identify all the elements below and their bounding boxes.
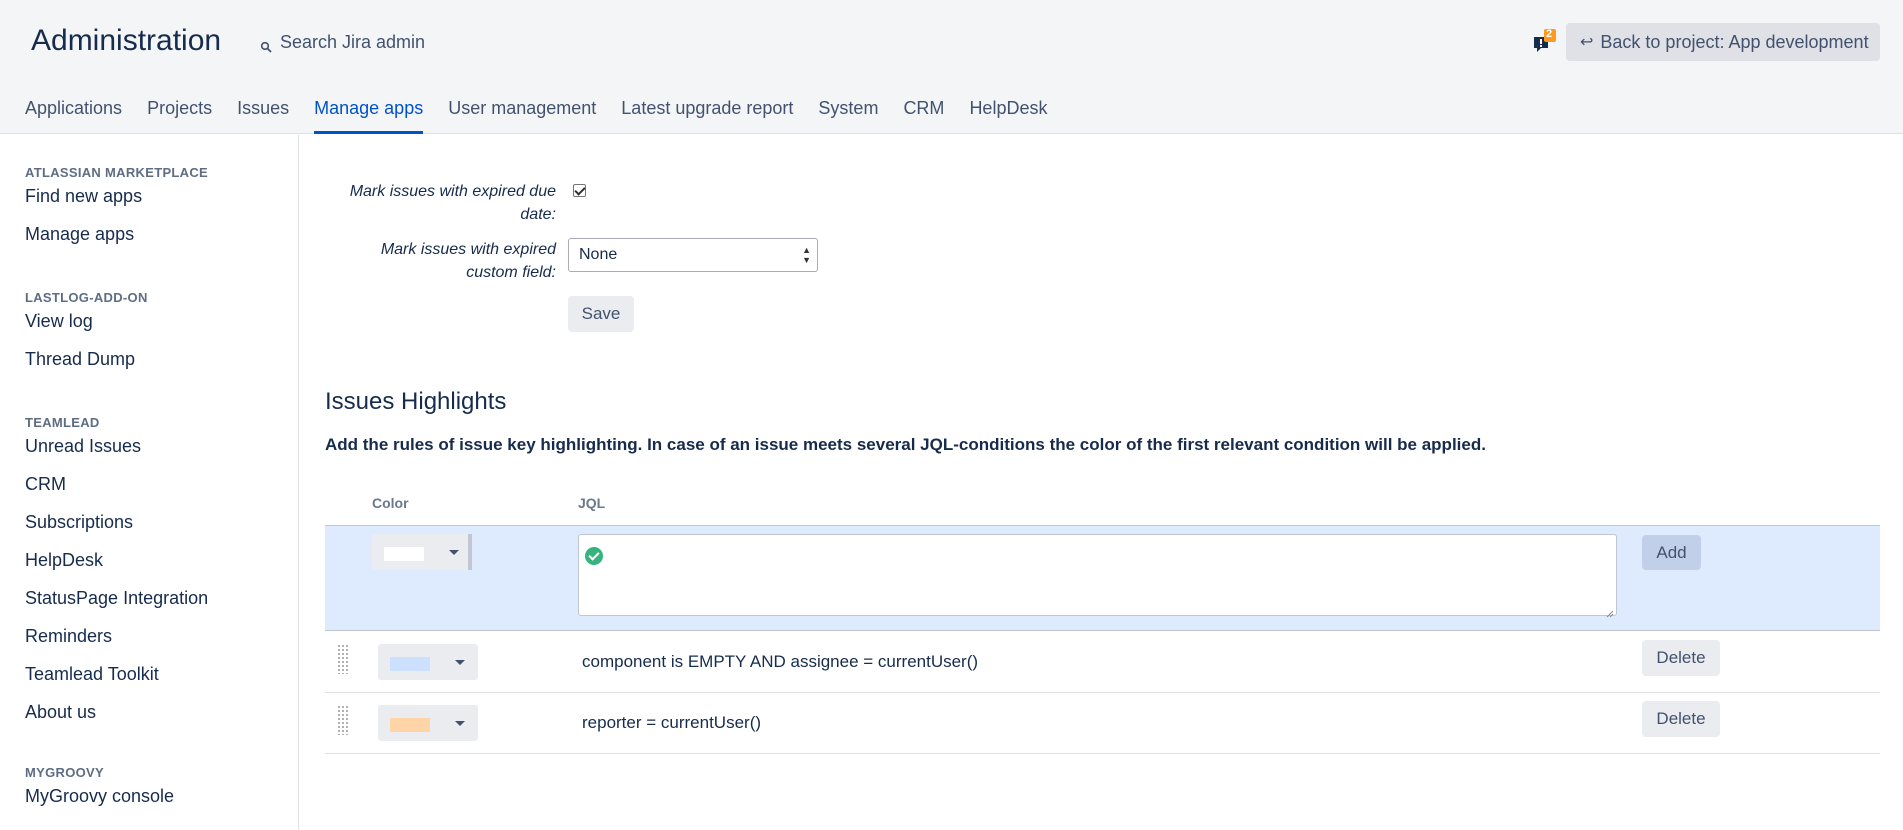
add-rule-button[interactable]: Add	[1642, 535, 1701, 570]
expired-due-date-checkbox[interactable]	[573, 184, 586, 197]
chevron-down-icon	[455, 660, 465, 665]
expired-due-date-label-line1: Mark issues with expired due	[349, 183, 556, 200]
expired-custom-field-select[interactable]: None ▲ ▼	[568, 238, 818, 272]
tab-crm[interactable]: CRM	[903, 98, 944, 134]
issues-highlights-description: Add the rules of issue key highlighting.…	[325, 435, 1486, 454]
sidebar-item-teamlead-toolkit[interactable]: Teamlead Toolkit	[25, 663, 208, 701]
column-header-color: Color	[372, 495, 409, 511]
back-to-project-button[interactable]: ↩ Back to project: App development	[1566, 23, 1880, 61]
tab-latest-upgrade-report[interactable]: Latest upgrade report	[621, 98, 793, 134]
tab-issues[interactable]: Issues	[237, 98, 289, 134]
admin-header: Administration Search Jira admin 2 ↩ Bac…	[0, 0, 1903, 134]
tab-helpdesk[interactable]: HelpDesk	[969, 98, 1047, 134]
dropdown-divider	[468, 534, 472, 570]
issues-highlights-title: Issues Highlights	[325, 388, 507, 415]
sidebar-item-about-us[interactable]: About us	[25, 701, 208, 739]
search-icon	[260, 37, 272, 53]
back-arrow-icon: ↩	[1580, 34, 1594, 51]
tab-user-management[interactable]: User management	[448, 98, 596, 134]
sidebar-item-reminders[interactable]: Reminders	[25, 625, 208, 663]
expired-due-date-label-line2: date:	[520, 206, 556, 223]
sidebar-group-teamlead: TEAMLEAD Unread Issues CRM Subscriptions…	[25, 415, 208, 739]
drag-handle-icon[interactable]	[337, 705, 349, 735]
drag-handle-icon[interactable]	[337, 644, 349, 674]
sidebar-item-thread-dump[interactable]: Thread Dump	[25, 348, 148, 386]
expired-custom-field-label-line1: Mark issues with expired	[380, 241, 556, 258]
notification-count-badge: 2	[1546, 28, 1553, 40]
tab-projects[interactable]: Projects	[147, 98, 212, 134]
sidebar-group-lastlog: LASTLOG-ADD-ON View log Thread Dump	[25, 290, 148, 386]
chevron-down-icon	[455, 721, 465, 726]
sidebar-heading: TEAMLEAD	[25, 415, 100, 430]
search-admin-link[interactable]: Search Jira admin	[260, 32, 425, 53]
resize-handle-icon[interactable]	[1606, 605, 1614, 618]
color-swatch	[384, 547, 424, 561]
table-row: component is EMPTY AND assignee = curren…	[325, 632, 1880, 693]
expired-custom-field-value: None	[579, 246, 618, 263]
expired-due-date-label: Mark issues with expired due date:	[306, 180, 556, 226]
sidebar-group-atlassian-marketplace: ATLASSIAN MARKETPLACE Find new apps Mana…	[25, 165, 208, 261]
new-rule-color-dropdown[interactable]	[372, 534, 472, 570]
search-admin-label: Search Jira admin	[280, 32, 426, 52]
delete-rule-button[interactable]: Delete	[1642, 640, 1720, 676]
sidebar-group-mygroovy: MYGROOVY MyGroovy console	[25, 765, 174, 823]
sidebar-heading: ATLASSIAN MARKETPLACE	[25, 165, 208, 180]
rule-jql-text: reporter = currentUser()	[582, 713, 762, 732]
new-rule-jql-input[interactable]	[578, 534, 1617, 618]
table-row: reporter = currentUser() Delete	[325, 693, 1880, 754]
rule-color-dropdown[interactable]	[378, 644, 478, 680]
notifications-icon[interactable]: 2	[1532, 28, 1556, 55]
admin-tabs: Applications Projects Issues Manage apps…	[25, 98, 1072, 134]
rule-jql-text: component is EMPTY AND assignee = curren…	[582, 652, 979, 671]
sidebar-item-crm[interactable]: CRM	[25, 473, 208, 511]
tab-manage-apps[interactable]: Manage apps	[314, 98, 424, 134]
sidebar-item-subscriptions[interactable]: Subscriptions	[25, 511, 208, 549]
page-title: Administration	[31, 24, 222, 57]
sidebar-heading: MYGROOVY	[25, 765, 104, 780]
sidebar-item-mygroovy-console[interactable]: MyGroovy console	[25, 785, 174, 823]
back-to-project-label: Back to project: App development	[1600, 31, 1869, 52]
rule-color-dropdown[interactable]	[378, 705, 478, 741]
select-arrows-icon: ▲ ▼	[802, 245, 811, 265]
sidebar-heading: LASTLOG-ADD-ON	[25, 290, 148, 305]
save-button[interactable]: Save	[568, 296, 634, 332]
tab-applications[interactable]: Applications	[25, 98, 122, 134]
sidebar-item-view-log[interactable]: View log	[25, 310, 148, 348]
expired-custom-field-label: Mark issues with expired custom field:	[306, 238, 556, 284]
sidebar-item-unread-issues[interactable]: Unread Issues	[25, 435, 208, 473]
valid-check-icon	[585, 547, 603, 565]
sidebar-item-statuspage-integration[interactable]: StatusPage Integration	[25, 587, 208, 625]
sidebar-item-helpdesk[interactable]: HelpDesk	[25, 549, 208, 587]
sidebar-item-find-new-apps[interactable]: Find new apps	[25, 185, 208, 223]
color-swatch	[390, 657, 430, 671]
delete-rule-button[interactable]: Delete	[1642, 701, 1720, 737]
column-header-jql: JQL	[578, 495, 606, 511]
tab-system[interactable]: System	[818, 98, 878, 134]
sidebar-item-manage-apps[interactable]: Manage apps	[25, 223, 208, 261]
color-swatch	[390, 718, 430, 732]
admin-sidebar: ATLASSIAN MARKETPLACE Find new apps Mana…	[0, 135, 299, 830]
chevron-down-icon	[449, 550, 459, 555]
expired-custom-field-label-line2: custom field:	[466, 264, 556, 281]
